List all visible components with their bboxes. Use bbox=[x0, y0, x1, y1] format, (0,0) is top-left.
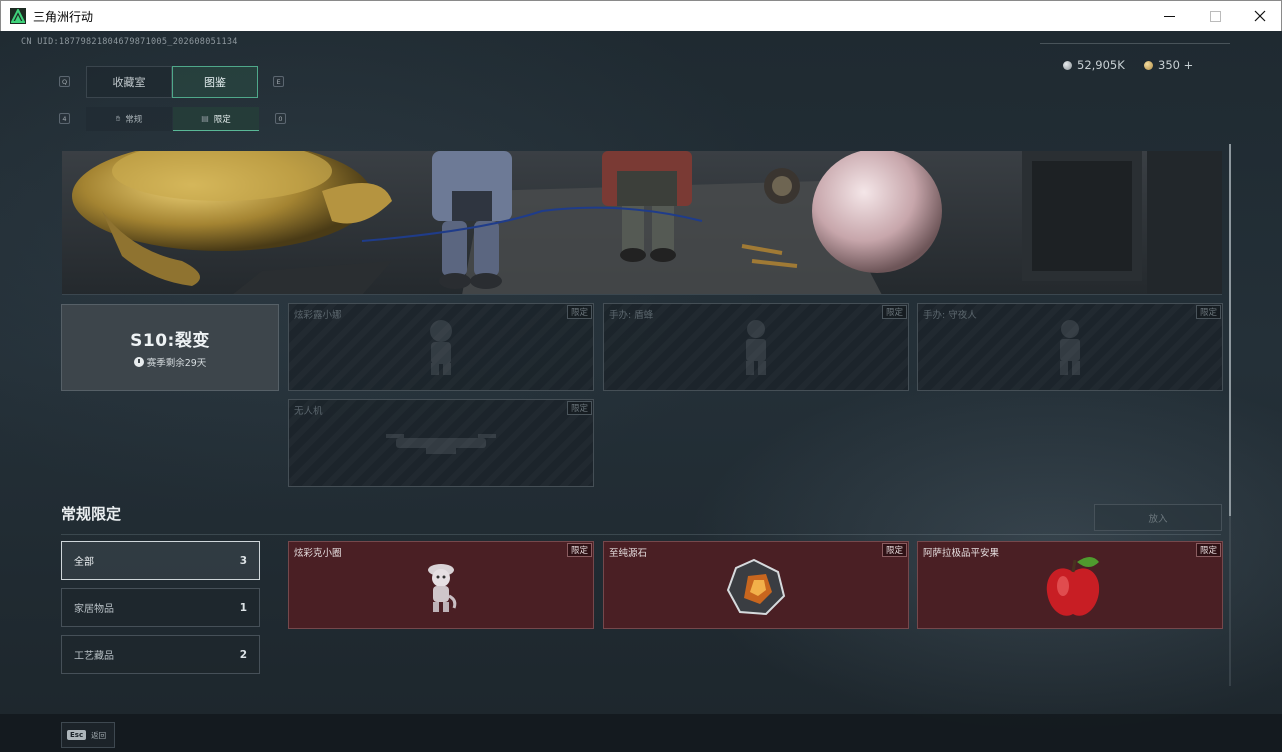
hand-icon: ✋︎ bbox=[115, 114, 121, 123]
limited-badge: 限定 bbox=[881, 543, 907, 557]
limited-badge: 限定 bbox=[1195, 305, 1221, 319]
limited-badge: 限定 bbox=[566, 305, 592, 319]
silver-currency: 52,905K bbox=[1063, 58, 1125, 72]
clock-icon bbox=[133, 357, 144, 367]
category-count: 2 bbox=[239, 648, 247, 661]
figurine-icon bbox=[428, 564, 457, 613]
back-label: 返回 bbox=[91, 730, 107, 740]
limited-badge: 限定 bbox=[566, 543, 592, 557]
season-item-card[interactable]: 无人机 限定 bbox=[288, 399, 594, 487]
key-hint-q: Q bbox=[59, 76, 70, 87]
apple-icon bbox=[1046, 557, 1100, 617]
season-item-card[interactable]: 手办: 盾蜂 限定 bbox=[603, 303, 909, 391]
item-name: 手办: 守夜人 bbox=[923, 310, 977, 321]
silver-coin-icon bbox=[1063, 60, 1072, 70]
close-button[interactable] bbox=[1237, 1, 1282, 31]
item-name: 至纯源石 bbox=[609, 548, 648, 559]
item-name: 阿萨拉极品平安果 bbox=[923, 548, 1000, 559]
gold-currency[interactable]: 350 + bbox=[1144, 58, 1193, 72]
silver-amount: 52,905K bbox=[1077, 58, 1125, 72]
gold-amount[interactable]: 350 + bbox=[1158, 58, 1193, 72]
category-count: 3 bbox=[239, 554, 247, 567]
season-remaining: 赛季剩余29天 bbox=[133, 355, 207, 369]
season-item-card[interactable]: 手办: 守夜人 限定 bbox=[917, 303, 1223, 391]
key-hint-e: E bbox=[273, 76, 284, 87]
limited-badge: 限定 bbox=[1195, 543, 1221, 557]
crystal-ore-icon bbox=[726, 559, 786, 616]
category-count: 1 bbox=[239, 601, 247, 614]
subtab-limited[interactable]: ▤ 限定 bbox=[173, 107, 259, 131]
limited-badge: 限定 bbox=[881, 305, 907, 319]
season-item-card[interactable]: 炫彩露小娜 限定 bbox=[288, 303, 594, 391]
season-info-panel: S10:裂变 赛季剩余29天 bbox=[61, 304, 279, 391]
season-remaining-text: 赛季剩余29天 bbox=[146, 358, 207, 369]
category-home-items[interactable]: 家居物品 1 bbox=[61, 588, 260, 627]
esc-key-icon: Esc bbox=[67, 730, 87, 740]
player-uid: CN UID:18779821804679871005_202608051134 bbox=[21, 37, 238, 47]
item-name: 无人机 bbox=[294, 406, 323, 417]
figure-silhouette-icon bbox=[746, 320, 766, 375]
category-label: 家居物品 bbox=[74, 604, 114, 615]
tab-codex[interactable]: 图鉴 bbox=[172, 66, 258, 98]
window-title: 三角洲行动 bbox=[33, 9, 94, 24]
regular-item-card[interactable]: 至纯源石 限定 bbox=[603, 541, 909, 629]
top-divider bbox=[1040, 43, 1230, 44]
window-titlebar: 三角洲行动 bbox=[0, 0, 1282, 31]
section-title: 常规限定 bbox=[61, 505, 122, 523]
key-hint-4: 4 bbox=[59, 113, 70, 124]
season-banner-image bbox=[62, 151, 1222, 295]
game-viewport: CN UID:18779821804679871005_202608051134… bbox=[0, 31, 1282, 752]
card-icon: ▤ bbox=[201, 114, 209, 123]
bottom-bar bbox=[0, 714, 1282, 752]
category-craft-collectibles[interactable]: 工艺藏品 2 bbox=[61, 635, 260, 674]
minimize-button[interactable] bbox=[1146, 1, 1192, 31]
figure-silhouette-icon bbox=[430, 320, 452, 375]
put-in-button[interactable]: 放入 bbox=[1094, 504, 1222, 531]
maximize-button[interactable] bbox=[1192, 1, 1238, 31]
subtab-limited-label: 限定 bbox=[213, 114, 231, 125]
section-divider bbox=[61, 534, 1221, 535]
category-label: 全部 bbox=[74, 557, 94, 568]
back-button[interactable]: Esc 返回 bbox=[61, 722, 115, 748]
gold-coin-icon bbox=[1144, 60, 1153, 70]
season-title: S10:裂变 bbox=[130, 331, 210, 351]
item-name: 炫彩克小圈 bbox=[294, 548, 342, 559]
figure-silhouette-icon bbox=[1060, 320, 1080, 375]
scrollbar-thumb[interactable] bbox=[1229, 144, 1231, 516]
subtab-regular-label: 常规 bbox=[125, 115, 143, 125]
limited-badge: 限定 bbox=[566, 401, 592, 415]
subtab-regular[interactable]: ✋︎ 常规 bbox=[86, 107, 172, 131]
item-name: 手办: 盾蜂 bbox=[609, 310, 654, 321]
regular-item-card[interactable]: 炫彩克小圈 限定 bbox=[288, 541, 594, 629]
key-hint-0: 0 bbox=[275, 113, 286, 124]
drone-silhouette-icon bbox=[386, 434, 496, 454]
regular-item-card[interactable]: 阿萨拉极品平安果 限定 bbox=[917, 541, 1223, 629]
category-label: 工艺藏品 bbox=[74, 651, 114, 662]
app-logo-icon bbox=[10, 8, 26, 24]
item-name: 炫彩露小娜 bbox=[294, 310, 342, 321]
category-all[interactable]: 全部 3 bbox=[61, 541, 260, 580]
tab-collection-room[interactable]: 收藏室 bbox=[86, 66, 172, 98]
